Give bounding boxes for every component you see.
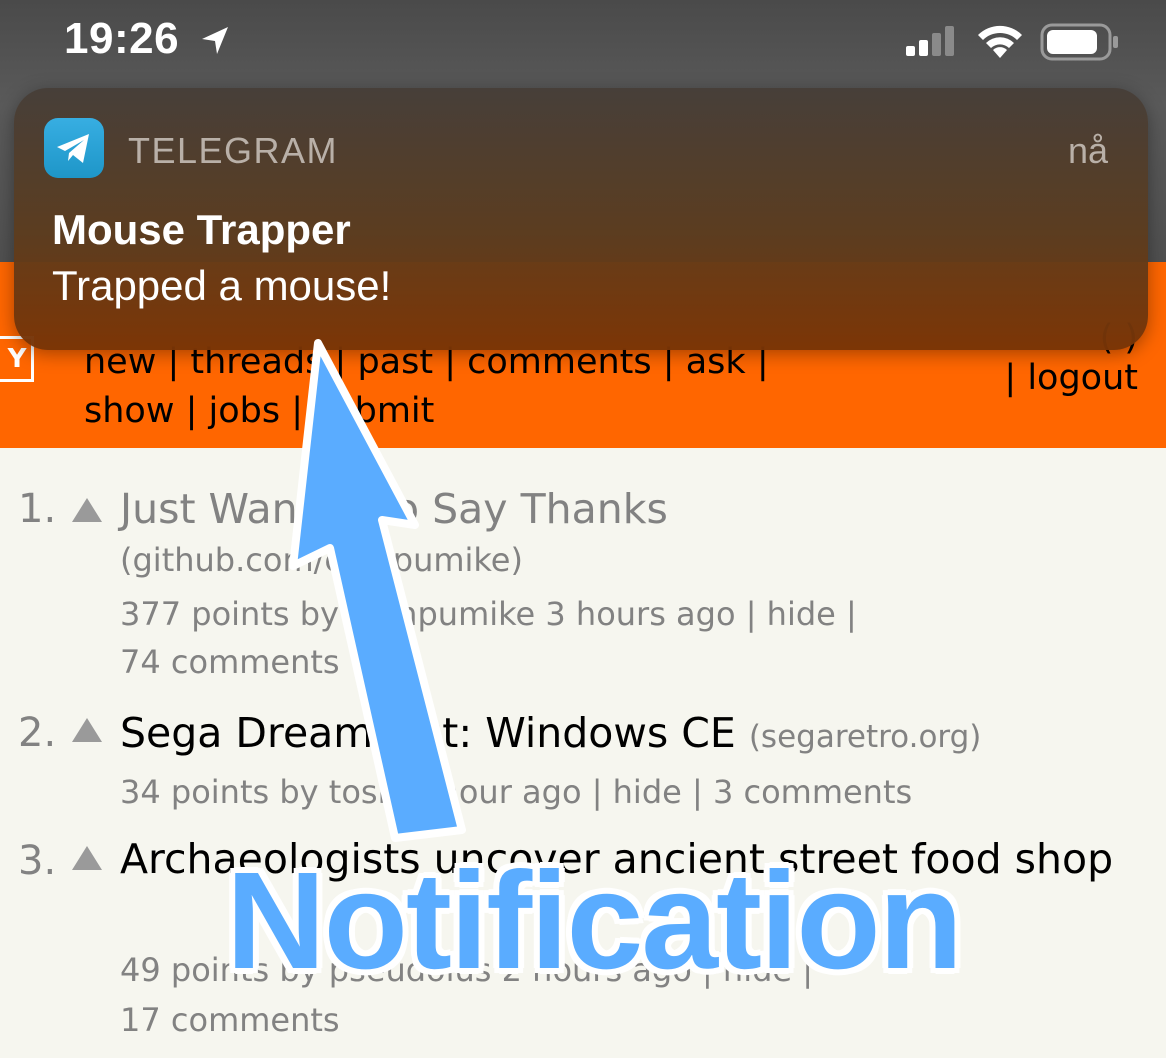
notification-banner[interactable]: TELEGRAM nå Mouse Trapper Trapped a mous… [14, 88, 1148, 350]
story-rank: 2. [18, 710, 57, 756]
annotation-label: Notification [226, 844, 963, 998]
battery-icon [1040, 23, 1118, 61]
cellular-signal-icon [906, 26, 954, 56]
logout-area: | logout [1004, 358, 1138, 398]
story-subline: 377 points by compumike 3 hours ago | hi… [120, 595, 857, 633]
story-site[interactable]: (github.com/compumike) [120, 536, 1120, 585]
notification-time: nå [1067, 130, 1108, 171]
story-title[interactable]: Sega Dreamcast: Windows CE (segaretro.or… [120, 706, 1130, 764]
nav-submit[interactable]: submit [314, 391, 434, 431]
status-time: 19:26 [64, 14, 180, 63]
upvote-arrow-icon[interactable] [72, 846, 102, 870]
logout-link[interactable]: logout [1027, 358, 1138, 398]
comments-link[interactable]: 3 comments [713, 773, 912, 811]
wifi-icon [978, 25, 1022, 58]
story-rank: 3. [18, 838, 57, 884]
telegram-icon [44, 118, 104, 178]
story-rank: 1. [18, 486, 57, 532]
comments-link[interactable]: 74 comments [120, 638, 1120, 687]
story-site[interactable]: (segaretro.org) [749, 719, 982, 755]
site-nav: new | threads | past | comments | ask | … [84, 342, 769, 431]
upvote-arrow-icon[interactable] [72, 718, 102, 742]
comments-link[interactable]: 17 comments [120, 996, 1120, 1045]
notification-title: Mouse Trapper [52, 206, 351, 253]
story-subline: 34 points by tosh 1 hour ago | hide | 3 … [120, 773, 913, 811]
nav-jobs[interactable]: jobs [209, 391, 281, 431]
notification-app-name: TELEGRAM [128, 130, 339, 171]
phone-screen: 19:26 Y new | threads | past | comments … [0, 0, 1166, 1058]
hide-link[interactable]: hide [613, 773, 682, 811]
location-arrow-icon [202, 27, 228, 54]
notification-body: Trapped a mouse! [52, 262, 392, 309]
story-title[interactable]: Just Wanted to Say Thanks [120, 482, 1130, 536]
upvote-arrow-icon[interactable] [72, 498, 102, 522]
nav-show[interactable]: show [84, 391, 174, 431]
hide-link[interactable]: hide [767, 595, 836, 633]
